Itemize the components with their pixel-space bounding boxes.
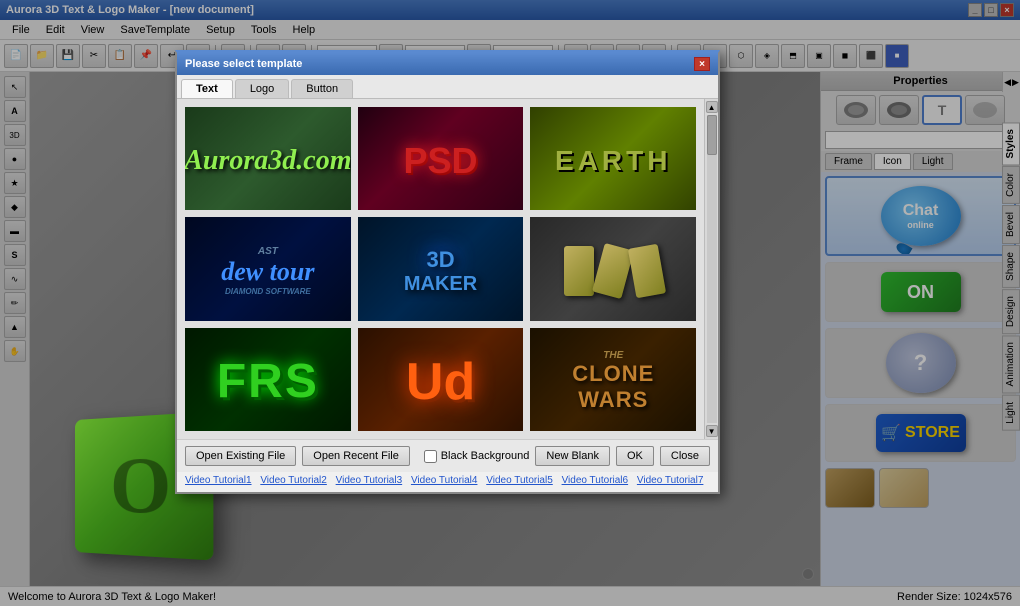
template-dew[interactable]: AST dew tour DIAMOND SOFTWARE xyxy=(183,215,353,322)
template-earth[interactable]: EARTH xyxy=(528,105,698,212)
black-bg-label: Black Background xyxy=(441,450,530,462)
template-3dmaker[interactable]: 3D MAKER xyxy=(356,215,526,322)
template-money-thumb xyxy=(530,217,696,322)
ok-btn[interactable]: OK xyxy=(616,446,654,466)
scroll-track xyxy=(707,115,717,423)
tutorial-link-6[interactable]: Video Tutorial6 xyxy=(562,475,629,486)
template-aurora[interactable]: Aurora3d.com xyxy=(183,105,353,212)
tutorial-link-3[interactable]: Video Tutorial3 xyxy=(336,475,403,486)
dialog-title-bar: Please select template × xyxy=(177,53,718,75)
scroll-down[interactable]: ▼ xyxy=(706,425,718,437)
dialog-tabs: Text Logo Button xyxy=(177,75,718,99)
template-psd-thumb: PSD xyxy=(358,107,524,212)
dialog-tab-text[interactable]: Text xyxy=(181,79,233,98)
template-clone[interactable]: THE CLONE WARS xyxy=(528,326,698,433)
grid-scrollbar[interactable]: ▲ ▼ xyxy=(704,99,718,439)
template-aurora-thumb: Aurora3d.com xyxy=(185,107,351,212)
template-3dmaker-thumb: 3D MAKER xyxy=(358,217,524,322)
template-dew-thumb: AST dew tour DIAMOND SOFTWARE xyxy=(185,217,351,322)
template-psd[interactable]: PSD xyxy=(356,105,526,212)
dialog-footer: Open Existing File Open Recent File Blac… xyxy=(177,439,718,472)
scroll-up[interactable]: ▲ xyxy=(706,101,718,113)
dialog-close-button[interactable]: × xyxy=(694,57,710,71)
open-existing-btn[interactable]: Open Existing File xyxy=(185,446,296,466)
tutorial-link-7[interactable]: Video Tutorial7 xyxy=(637,475,704,486)
black-bg-checkbox-row: Black Background xyxy=(424,450,530,463)
template-grid: Aurora3d.com PSD EARTH xyxy=(177,99,704,439)
modal-overlay: Please select template × Text Logo Butto… xyxy=(0,0,1020,606)
template-earth-thumb: EARTH xyxy=(530,107,696,212)
black-bg-checkbox[interactable] xyxy=(424,450,437,463)
template-dialog: Please select template × Text Logo Butto… xyxy=(175,50,720,494)
template-frs[interactable]: FRS xyxy=(183,326,353,433)
tutorial-link-1[interactable]: Video Tutorial1 xyxy=(185,475,252,486)
template-fire[interactable]: Ud xyxy=(356,326,526,433)
open-recent-btn[interactable]: Open Recent File xyxy=(302,446,410,466)
template-fire-thumb: Ud xyxy=(358,328,524,433)
tutorial-links: Video Tutorial1 Video Tutorial2 Video Tu… xyxy=(177,472,718,492)
dialog-title: Please select template xyxy=(185,58,302,70)
new-blank-btn[interactable]: New Blank xyxy=(535,446,610,466)
close-btn[interactable]: Close xyxy=(660,446,710,466)
template-clone-thumb: THE CLONE WARS xyxy=(530,328,696,433)
tutorial-link-5[interactable]: Video Tutorial5 xyxy=(486,475,553,486)
tutorial-link-4[interactable]: Video Tutorial4 xyxy=(411,475,478,486)
template-frs-thumb: FRS xyxy=(185,328,351,433)
template-money[interactable] xyxy=(528,215,698,322)
tutorial-link-2[interactable]: Video Tutorial2 xyxy=(260,475,327,486)
grid-container: Aurora3d.com PSD EARTH xyxy=(177,99,718,439)
dialog-tab-logo[interactable]: Logo xyxy=(235,79,289,98)
scroll-thumb[interactable] xyxy=(707,115,717,155)
dialog-tab-button[interactable]: Button xyxy=(291,79,353,98)
